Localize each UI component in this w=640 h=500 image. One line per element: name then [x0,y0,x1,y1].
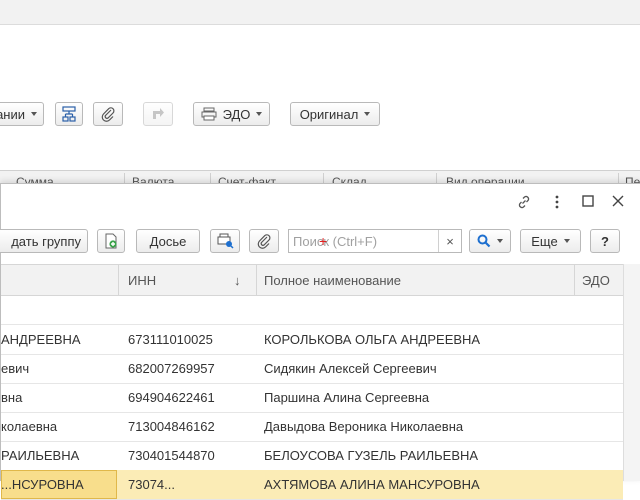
more-vertical-icon[interactable] [553,194,561,214]
add-group-button[interactable]: дать группу [0,229,88,253]
search-icon [477,234,491,248]
dossier-label: Досье [149,233,187,249]
search-field[interactable]: + × [288,229,462,253]
paperclip-icon [257,234,271,249]
attach-button[interactable] [93,102,123,126]
search-input[interactable] [291,230,435,252]
name-cell: РАИЛЬЕВНА [1,448,80,463]
selection-dialog: дать группу Досье + × [0,183,640,500]
original-label: Оригинал [299,106,359,122]
name-cell: АНДРЕЕВНА [1,332,81,347]
full-name-cell: БЕЛОУСОВА ГУЗЕЛЬ РАИЛЬЕВНА [264,448,479,463]
inn-cell: 694904622461 [128,390,215,405]
structure-button[interactable] [55,102,83,126]
more-label: Еще [531,233,558,249]
attach-file-button[interactable] [249,229,279,253]
forward-button[interactable] [143,102,173,126]
table-row-selected[interactable]: ...НСУРОВНА 73074... АХТЯМОВА АЛИНА МАНС… [1,470,623,500]
help-button[interactable]: ? [590,229,620,253]
table-row[interactable]: РАИЛЬЕВНА 730401544870 БЕЛОУСОВА ГУЗЕЛЬ … [1,441,623,471]
full-name-cell: АХТЯМОВА АЛИНА МАНСУРОВНА [264,477,480,492]
original-menu-button[interactable]: Оригинал [290,102,380,126]
edo-icon [201,107,217,121]
full-name-cell: Сидякин Алексей Сергеевич [264,361,437,376]
dossier-button[interactable]: Досье [136,229,200,253]
name-cell: ...НСУРОВНА [1,477,84,492]
edo-label: ЭДО [222,106,251,122]
name-cell: колаевна [1,419,58,434]
operations-label: ании [0,106,25,122]
table-row[interactable]: вна 694904622461 Паршина Алина Сергеевна [1,383,623,413]
table-row[interactable]: АНДРЕЕВНА 673111010025 КОРОЛЬКОВА ОЛЬГА … [1,325,623,355]
chevron-down-icon [31,112,37,116]
more-menu-button[interactable]: Еще [520,229,581,253]
inn-cell: 673111010025 [128,332,213,347]
inn-cell: 713004846162 [128,419,215,434]
add-button[interactable] [97,229,125,253]
vertical-scrollbar[interactable] [623,264,640,481]
paperclip-icon [101,107,115,122]
edo-column-header[interactable]: ЭДО [582,273,610,288]
top-strip [0,0,640,25]
name-cell: вна [1,390,23,405]
edo-menu-button[interactable]: ЭДО [193,102,270,126]
add-document-icon [105,233,117,249]
add-group-label: дать группу [11,233,81,249]
operations-menu-button[interactable]: ании [0,102,44,126]
help-label: ? [601,233,609,249]
structure-icon [62,106,76,122]
close-icon[interactable] [611,194,625,212]
full-name-cell: Паршина Алина Сергеевна [264,390,430,405]
full-name-column-header[interactable]: Полное наименование [264,273,401,288]
chevron-down-icon [497,239,503,243]
maximize-icon[interactable] [581,194,595,212]
print-search-icon [217,233,234,249]
inn-cell: 730401544870 [128,448,215,463]
clear-search-button[interactable]: × [438,230,461,252]
chevron-down-icon [256,112,263,116]
search-options-button[interactable] [469,229,511,253]
curved-arrow-icon [153,108,164,119]
sort-desc-icon: ↓ [234,273,241,288]
print-button[interactable] [210,229,240,253]
link-icon[interactable] [516,194,532,214]
inn-cell: 73074... [128,477,175,492]
full-name-cell: КОРОЛЬКОВА ОЛЬГА АНДРЕЕВНА [264,332,481,347]
inn-column-header[interactable]: ИНН [128,273,156,288]
table-row[interactable]: колаевна 713004846162 Давыдова Вероника … [1,412,623,442]
inn-cell: 682007269957 [128,361,215,376]
table-row[interactable] [1,295,623,325]
cursor-cross-icon: + [319,233,328,249]
name-cell: евич [1,361,30,376]
table-header: ИНН ↓ Полное наименование ЭДО [1,264,623,296]
chevron-down-icon [364,112,371,116]
full-name-cell: Давыдова Вероника Николаевна [264,419,464,434]
chevron-down-icon [563,239,570,243]
table-row[interactable]: евич 682007269957 Сидякин Алексей Сергее… [1,354,623,384]
